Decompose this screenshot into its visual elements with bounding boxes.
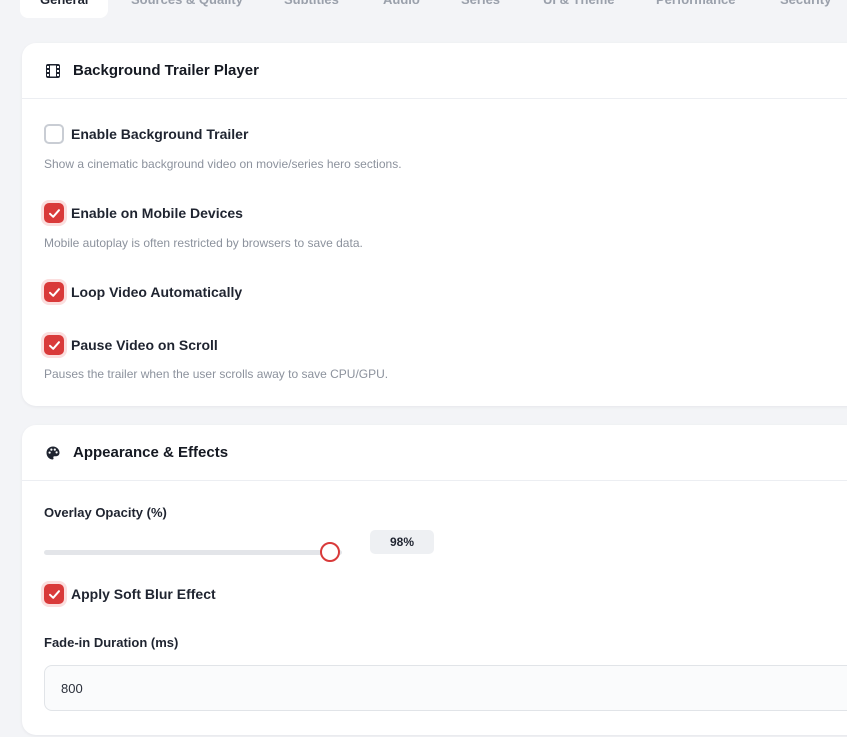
check-icon (48, 340, 60, 350)
appearance-card: Appearance & Effects Overlay Opacity (%)… (22, 425, 847, 735)
option-label: Apply Soft Blur Effect (71, 586, 216, 602)
loop-video-checkbox[interactable] (44, 282, 64, 302)
overlay-opacity-value: 98% (370, 530, 434, 554)
pause-on-scroll-checkbox[interactable] (44, 335, 64, 355)
trailer-card-title: Background Trailer Player (73, 62, 259, 79)
enable-mobile-option[interactable]: Enable on Mobile Devices (44, 203, 243, 223)
option-help-text: Mobile autoplay is often restricted by b… (44, 236, 363, 250)
loop-video-option[interactable]: Loop Video Automatically (44, 282, 242, 302)
tab-series[interactable]: Series (461, 0, 500, 18)
option-help-text: Pauses the trailer when the user scrolls… (44, 367, 389, 381)
option-label: Enable on Mobile Devices (71, 205, 243, 221)
overlay-opacity-label: Overlay Opacity (%) (44, 505, 167, 520)
tab-ui-theme[interactable]: UI & Theme (543, 0, 615, 18)
film-icon (46, 63, 60, 78)
tab-audio[interactable]: Audio (383, 0, 420, 18)
fade-duration-input[interactable] (44, 665, 847, 711)
tab-performance[interactable]: Performance (656, 0, 735, 18)
enable-mobile-checkbox[interactable] (44, 203, 64, 223)
palette-icon (46, 446, 60, 460)
option-help-text: Show a cinematic background video on mov… (44, 157, 402, 171)
trailer-card: Background Trailer Player Enable Backgro… (22, 43, 847, 406)
check-icon (48, 208, 60, 218)
slider-thumb[interactable] (320, 542, 340, 562)
soft-blur-option[interactable]: Apply Soft Blur Effect (44, 584, 216, 604)
tab-subtitles[interactable]: Subtitles (284, 0, 339, 18)
slider-track (44, 550, 342, 555)
overlay-opacity-slider[interactable] (44, 540, 342, 564)
soft-blur-checkbox[interactable] (44, 584, 64, 604)
tab-general[interactable]: General (20, 0, 109, 18)
enable-background-trailer-option[interactable]: Enable Background Trailer (44, 124, 248, 144)
check-icon (48, 589, 60, 599)
option-label: Enable Background Trailer (71, 126, 249, 142)
option-label: Pause Video on Scroll (71, 337, 218, 353)
appearance-card-header: Appearance & Effects (22, 425, 847, 481)
tab-sources-quality[interactable]: Sources & Quality (131, 0, 243, 18)
option-label: Loop Video Automatically (71, 284, 243, 300)
pause-on-scroll-option[interactable]: Pause Video on Scroll (44, 335, 218, 355)
appearance-card-title: Appearance & Effects (73, 444, 229, 461)
settings-tabs: General Sources & Quality Subtitles Audi… (0, 0, 847, 18)
check-icon (48, 287, 60, 297)
fade-duration-label: Fade-in Duration (ms) (44, 635, 179, 650)
trailer-card-header: Background Trailer Player (22, 43, 847, 99)
enable-background-trailer-checkbox[interactable] (44, 124, 64, 144)
tab-security[interactable]: Security (780, 0, 831, 18)
